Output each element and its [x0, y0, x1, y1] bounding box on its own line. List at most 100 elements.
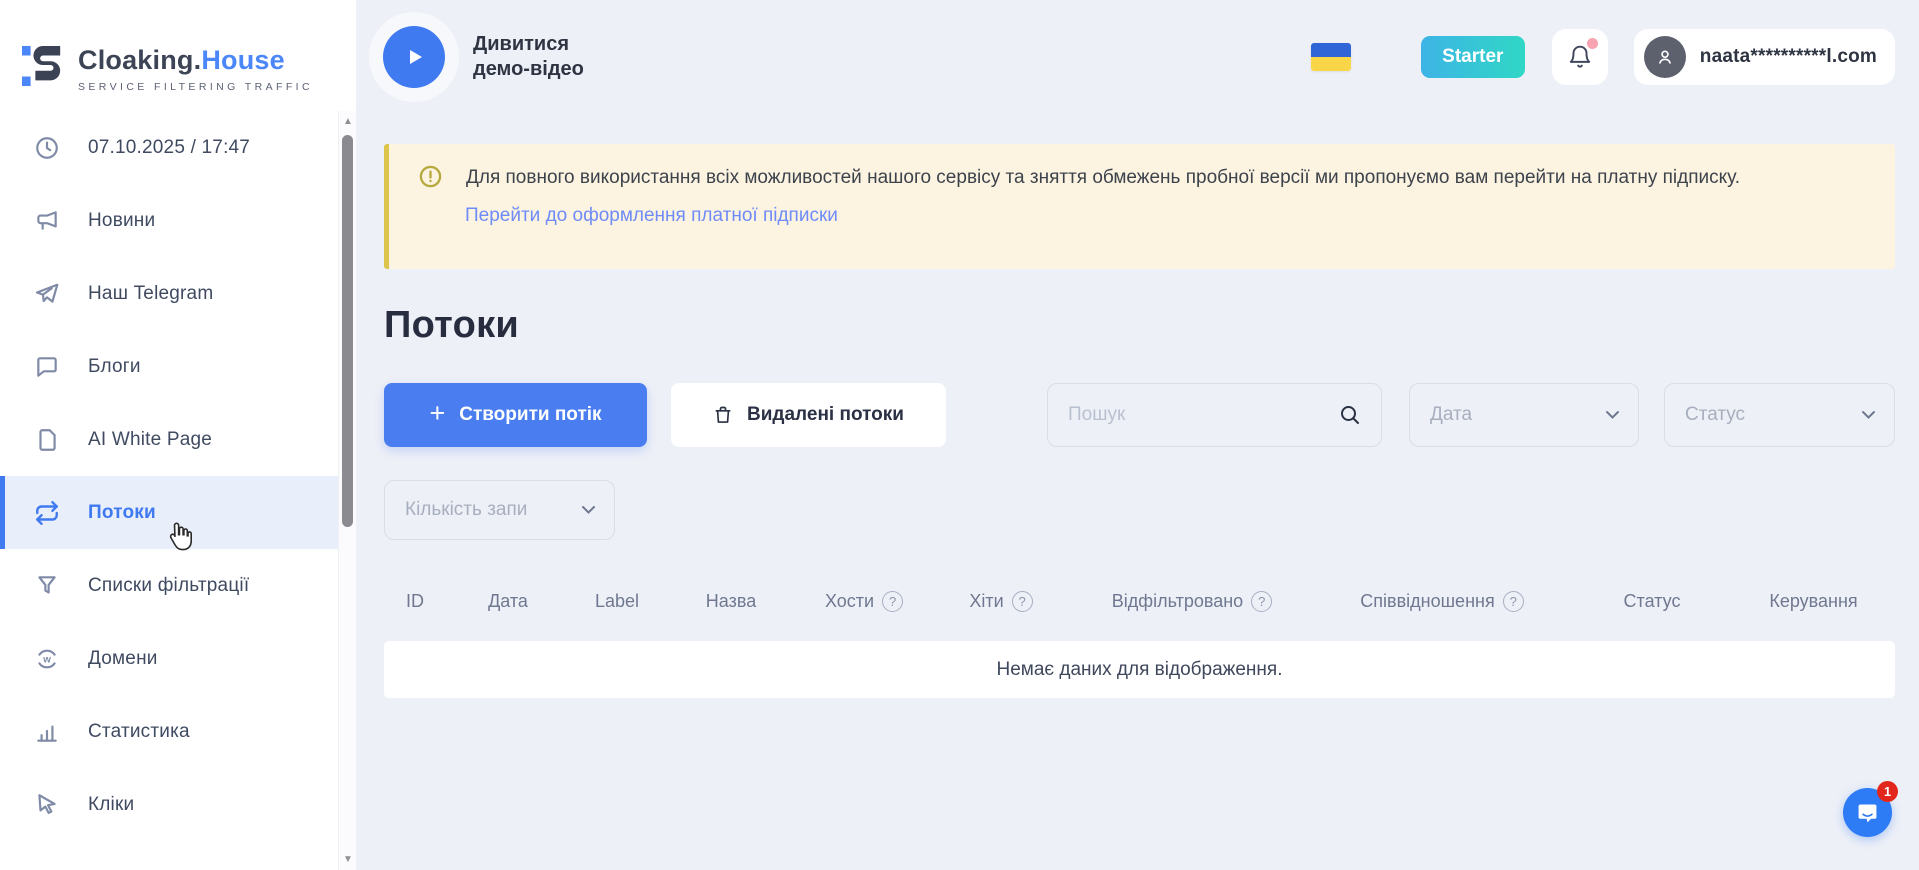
- column-header-hosts: Хости?: [798, 591, 930, 612]
- topbar: Дивитися демо-відео Starter naata*******…: [356, 0, 1919, 113]
- megaphone-icon: [34, 208, 60, 234]
- svg-text:w: w: [42, 654, 51, 665]
- scrollbar-down-arrow[interactable]: ▼: [342, 855, 354, 865]
- sidebar-item-filter-lists[interactable]: Списки фільтрації: [0, 549, 356, 622]
- telegram-icon: [34, 281, 60, 307]
- app-window: Cloaking.House SERVICE FILTERING TRAFFIC…: [0, 0, 1919, 870]
- scrollbar-up-arrow[interactable]: ▲: [342, 117, 354, 127]
- scrollbar-thumb[interactable]: [342, 135, 353, 527]
- flag-yellow-stripe: [1311, 57, 1351, 71]
- chat-launcher-button[interactable]: 1: [1843, 788, 1892, 837]
- column-header-filtered: Відфільтровано?: [1072, 591, 1312, 612]
- sidebar-item-label: AI White Page: [88, 429, 212, 451]
- records-count-select[interactable]: Кількість запи: [384, 480, 615, 540]
- sidebar-item-label: Потоки: [88, 502, 156, 524]
- help-icon[interactable]: ?: [1251, 591, 1272, 612]
- flows-toolbar: + Створити потік Видалені потоки Дата Ст…: [384, 383, 1895, 447]
- column-header-date: Дата: [446, 591, 570, 612]
- sidebar-item-clicks[interactable]: Кліки: [0, 768, 356, 841]
- flag-blue-stripe: [1311, 43, 1351, 57]
- play-icon: [402, 45, 426, 69]
- chevron-down-icon: [1861, 410, 1876, 420]
- table-empty-state: Немає даних для відображення.: [384, 641, 1895, 698]
- notifications-button[interactable]: [1552, 29, 1608, 85]
- sidebar-item-blogs[interactable]: Блоги: [0, 330, 356, 403]
- search-field: [1047, 383, 1382, 447]
- sidebar-item-flows[interactable]: Потоки: [0, 476, 356, 549]
- trash-icon: [713, 405, 733, 425]
- clock-icon: [34, 135, 60, 161]
- sidebar-item-label: Блоги: [88, 356, 141, 378]
- flows-toolbar-row2: Кількість запи: [384, 480, 1895, 540]
- search-input[interactable]: [1047, 383, 1382, 447]
- flows-table-header: ID Дата Label Назва Хости? Хіти? Відфіль…: [384, 585, 1895, 617]
- chat-unread-badge: 1: [1877, 781, 1898, 802]
- sidebar-item-datetime[interactable]: 07.10.2025 / 17:47: [0, 111, 356, 184]
- brand-text: Cloaking.House SERVICE FILTERING TRAFFIC: [78, 45, 313, 93]
- brand-tagline: SERVICE FILTERING TRAFFIC: [78, 81, 313, 93]
- status-filter-select[interactable]: Статус: [1664, 383, 1895, 447]
- sidebar-item-statistics[interactable]: Статистика: [0, 695, 356, 768]
- sidebar-item-ai-white-page[interactable]: AI White Page: [0, 403, 356, 476]
- sidebar-scrollbar: ▲ ▼: [338, 111, 356, 870]
- main-area: Дивитися демо-відео Starter naata*******…: [356, 0, 1919, 870]
- deleted-flows-button[interactable]: Видалені потоки: [671, 383, 946, 447]
- date-filter-select[interactable]: Дата: [1409, 383, 1639, 447]
- chevron-down-icon: [1605, 410, 1620, 420]
- sidebar-item-telegram[interactable]: Наш Telegram: [0, 257, 356, 330]
- deleted-flows-label: Видалені потоки: [747, 404, 904, 426]
- column-header-label: Label: [570, 591, 664, 612]
- help-icon[interactable]: ?: [882, 591, 903, 612]
- records-count-label: Кількість запи: [405, 499, 527, 521]
- column-header-id: ID: [384, 591, 446, 612]
- sidebar-item-label: Списки фільтрації: [88, 575, 249, 597]
- sidebar-menu: 07.10.2025 / 17:47 Новини Наш Telegram Б…: [0, 111, 356, 841]
- search-icon[interactable]: [1338, 403, 1362, 427]
- plus-icon: +: [429, 400, 445, 427]
- sidebar-item-domains[interactable]: w Домени: [0, 622, 356, 695]
- language-flag-ukraine[interactable]: [1311, 43, 1351, 71]
- sidebar-item-label: Кліки: [88, 794, 134, 816]
- repeat-icon: [34, 500, 60, 526]
- user-account-button[interactable]: naata**********l.com: [1634, 29, 1895, 85]
- column-header-hits: Хіти?: [930, 591, 1072, 612]
- bar-chart-icon: [34, 719, 60, 745]
- cursor-icon: [34, 792, 60, 818]
- sidebar-item-label: Новини: [88, 210, 155, 232]
- demo-video-label[interactable]: Дивитися демо-відео: [473, 32, 603, 82]
- topbar-right: Starter naata**********l.com: [1311, 29, 1895, 85]
- notification-dot: [1587, 38, 1598, 49]
- sidebar-item-label: 07.10.2025 / 17:47: [88, 137, 250, 159]
- demo-video-play-button[interactable]: [383, 26, 445, 88]
- brand-logo-icon: [22, 41, 64, 96]
- sidebar-item-label: Домени: [88, 648, 158, 670]
- trial-warning-banner: Для повного використання всіх можливосте…: [384, 144, 1895, 269]
- upgrade-subscription-link[interactable]: Перейти до оформлення платної підписки: [465, 205, 838, 227]
- help-icon[interactable]: ?: [1503, 591, 1524, 612]
- empty-state-text: Немає даних для відображення.: [997, 659, 1283, 681]
- brand-title: Cloaking.: [78, 45, 201, 75]
- sidebar-item-news[interactable]: Новини: [0, 184, 356, 257]
- plan-badge-button[interactable]: Starter: [1421, 36, 1525, 78]
- chat-messenger-icon: [1855, 800, 1880, 825]
- date-filter-label: Дата: [1430, 404, 1472, 426]
- sidebar-item-label: Статистика: [88, 721, 190, 743]
- help-icon[interactable]: ?: [1012, 591, 1033, 612]
- column-header-status: Статус: [1572, 591, 1732, 612]
- chat-bubble-icon: [34, 354, 60, 380]
- banner-text: Для повного використання всіх можливосте…: [466, 165, 1740, 191]
- column-header-ratio: Співвідношення?: [1312, 591, 1572, 612]
- brand-logo[interactable]: Cloaking.House SERVICE FILTERING TRAFFIC: [0, 0, 356, 111]
- status-filter-label: Статус: [1685, 404, 1745, 426]
- column-header-actions: Керування: [1732, 591, 1895, 612]
- sidebar-item-label: Наш Telegram: [88, 283, 213, 305]
- brand-title-accent: House: [201, 45, 285, 75]
- page-content: Для повного використання всіх можливосте…: [356, 144, 1919, 698]
- sidebar: Cloaking.House SERVICE FILTERING TRAFFIC…: [0, 0, 356, 870]
- create-flow-label: Створити потік: [459, 404, 601, 426]
- chevron-down-icon: [581, 505, 596, 515]
- page-icon: [34, 427, 60, 453]
- avatar: [1644, 36, 1686, 78]
- create-flow-button[interactable]: + Створити потік: [384, 383, 647, 447]
- funnel-icon: [34, 573, 60, 599]
